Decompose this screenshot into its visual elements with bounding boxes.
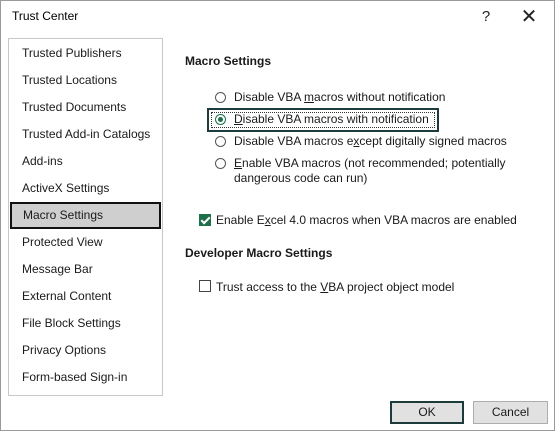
sidebar-item-trusted-locations[interactable]: Trusted Locations (10, 68, 161, 95)
help-icon[interactable]: ? (472, 6, 500, 28)
sidebar-item-activex-settings[interactable]: ActiveX Settings (10, 176, 161, 203)
developer-macro-settings-heading: Developer Macro Settings (185, 246, 333, 260)
macro-settings-heading: Macro Settings (185, 54, 272, 68)
sidebar-item-file-block-settings[interactable]: File Block Settings (10, 311, 161, 338)
title-bar: Trust Center ? ✕ (1, 1, 554, 33)
radio-label: Disable VBA macros except digitally sign… (234, 134, 507, 148)
radio-label: Disable VBA macros without notification (234, 90, 446, 104)
sidebar-item-trusted-add-in-catalogs[interactable]: Trusted Add-in Catalogs (10, 122, 161, 149)
excel4-macros-checkbox[interactable] (199, 214, 211, 226)
trust-vba-project-label: Trust access to the VBA project object m… (216, 280, 455, 294)
close-icon[interactable]: ✕ (514, 6, 544, 28)
sidebar-item-trusted-publishers[interactable]: Trusted Publishers (10, 41, 161, 68)
cancel-button[interactable]: Cancel (473, 401, 548, 424)
ok-button[interactable]: OK (390, 401, 464, 424)
trust-vba-project-checkbox[interactable] (199, 280, 211, 292)
sidebar-item-add-ins[interactable]: Add-ins (10, 149, 161, 176)
dialog-title: Trust Center (12, 9, 79, 23)
sidebar-item-privacy-options[interactable]: Privacy Options (10, 338, 161, 365)
sidebar-item-macro-settings[interactable]: Macro Settings (10, 202, 161, 229)
category-sidebar: Trusted Publishers Trusted Locations Tru… (8, 38, 163, 396)
sidebar-item-form-based-sign-in[interactable]: Form-based Sign-in (10, 365, 161, 392)
radio-label: Enable VBA macros (not recommended; pote… (234, 156, 506, 185)
sidebar-item-protected-view[interactable]: Protected View (10, 230, 161, 257)
sidebar-item-trusted-documents[interactable]: Trusted Documents (10, 95, 161, 122)
trust-center-dialog: Trust Center ? ✕ Trusted Publishers Trus… (0, 0, 555, 431)
sidebar-item-external-content[interactable]: External Content (10, 284, 161, 311)
excel4-macros-label: Enable Excel 4.0 macros when VBA macros … (216, 213, 517, 227)
radio-button[interactable] (215, 92, 226, 103)
radio-button[interactable] (215, 158, 226, 169)
radio-button-selected[interactable] (215, 114, 226, 125)
radio-label: Disable VBA macros with notification (234, 112, 429, 126)
radio-button[interactable] (215, 136, 226, 147)
sidebar-item-message-bar[interactable]: Message Bar (10, 257, 161, 284)
